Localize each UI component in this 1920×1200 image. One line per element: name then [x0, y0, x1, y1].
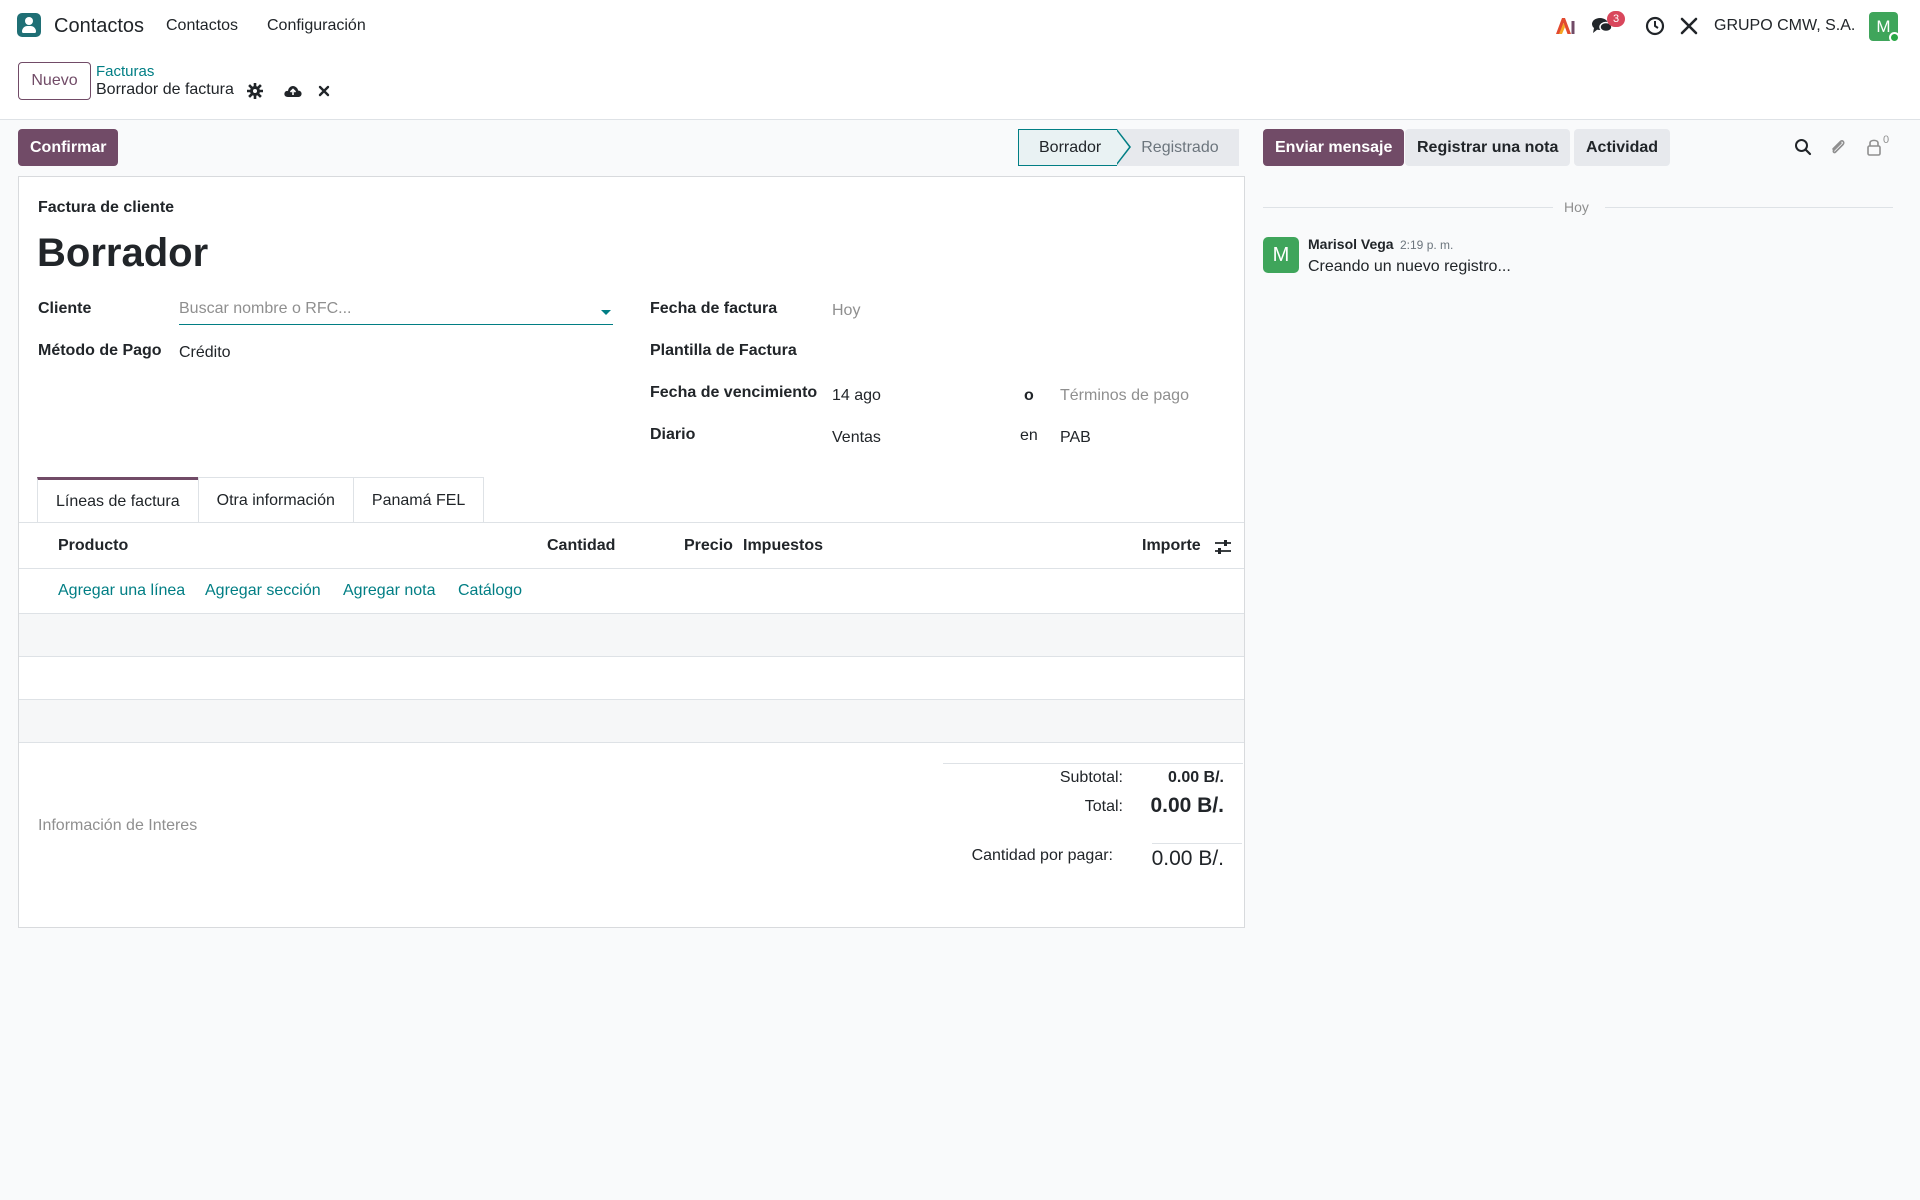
- date-divider-left: [1263, 207, 1553, 208]
- journal-label: Diario: [650, 426, 696, 443]
- breadcrumb-facturas[interactable]: Facturas: [96, 63, 154, 80]
- journal-field[interactable]: Ventas: [832, 429, 881, 447]
- messages-badge: 3: [1607, 11, 1625, 27]
- due-separator: [1152, 843, 1242, 844]
- confirm-button[interactable]: Confirmar: [18, 129, 119, 166]
- invoice-date-label: Fecha de factura: [650, 300, 778, 317]
- date-divider-right: [1605, 207, 1893, 208]
- save-cloud-icon[interactable]: [284, 82, 302, 100]
- add-section-link[interactable]: Agregar sección: [205, 582, 321, 600]
- add-line-row: Agregar una línea Agregar sección Agrega…: [19, 569, 1244, 614]
- tools-icon[interactable]: [1677, 14, 1701, 38]
- notes-field[interactable]: Información de Interes: [38, 817, 197, 835]
- document-type: Factura de cliente: [38, 199, 175, 216]
- activity-button[interactable]: Actividad: [1574, 129, 1671, 166]
- table-row: [19, 657, 1244, 700]
- chevron-down-icon[interactable]: [601, 310, 611, 315]
- tab-invoice-lines[interactable]: Líneas de factura: [37, 477, 199, 523]
- amount-due-label: Cantidad por pagar:: [971, 847, 1113, 864]
- or-text: o: [1024, 387, 1034, 404]
- top-navbar: Contactos Contactos Configuración 3 GRUP…: [0, 0, 1920, 52]
- table-row: [19, 700, 1244, 743]
- add-line-link[interactable]: Agregar una línea: [58, 582, 185, 600]
- app-name[interactable]: Contactos: [54, 15, 144, 38]
- message-body: Creando un nuevo registro...: [1308, 258, 1511, 275]
- column-producto[interactable]: Producto: [58, 537, 128, 555]
- in-text: en: [1020, 427, 1038, 444]
- subtotal-value: 0.00 B/.: [1167, 769, 1224, 786]
- catalog-link[interactable]: Catálogo: [458, 582, 522, 600]
- client-field[interactable]: Buscar nombre o RFC...: [179, 297, 613, 325]
- invoice-lines-header: Producto Cantidad Precio Impuestos Impor…: [19, 523, 1244, 569]
- template-label: Plantilla de Factura: [650, 342, 797, 359]
- gear-icon[interactable]: [246, 82, 264, 100]
- tab-panama-fel[interactable]: Panamá FEL: [352, 477, 485, 523]
- contacts-app-icon[interactable]: [17, 13, 41, 37]
- paperclip-icon[interactable]: [1828, 137, 1848, 157]
- column-cantidad[interactable]: Cantidad: [547, 537, 615, 555]
- table-row: [19, 614, 1244, 657]
- message-author[interactable]: Marisol Vega: [1308, 236, 1394, 252]
- status-bar: Borrador Registrado: [1018, 129, 1239, 166]
- add-note-link[interactable]: Agregar nota: [343, 582, 436, 600]
- amount-due-value: 0.00 B/.: [1151, 847, 1224, 870]
- due-date-field[interactable]: 14 ago: [832, 387, 881, 405]
- currency-field[interactable]: PAB: [1060, 429, 1091, 447]
- message-time: 2:19 p. m.: [1400, 238, 1454, 252]
- column-importe[interactable]: Importe: [1142, 537, 1201, 555]
- total-label: Total:: [1084, 798, 1123, 815]
- column-precio[interactable]: Precio: [684, 537, 733, 555]
- log-note-button[interactable]: Registrar una nota: [1405, 129, 1571, 166]
- menu-item-configuracion[interactable]: Configuración: [267, 17, 366, 35]
- control-panel: Nuevo Facturas Borrador de factura: [0, 52, 1920, 120]
- form-sheet: Factura de cliente Borrador Cliente Busc…: [18, 176, 1245, 928]
- client-placeholder: Buscar nombre o RFC...: [179, 300, 352, 317]
- total-value: 0.00 B/.: [1150, 794, 1224, 817]
- client-label: Cliente: [38, 300, 92, 317]
- followers-count: 0: [1883, 134, 1890, 146]
- tab-other-info[interactable]: Otra información: [197, 477, 354, 523]
- payment-method-label: Método de Pago: [38, 342, 162, 359]
- payment-method-value[interactable]: Crédito: [179, 344, 231, 362]
- totals-separator: [943, 763, 1243, 764]
- invoice-date-field[interactable]: Hoy: [832, 302, 860, 320]
- ai-icon[interactable]: [1553, 14, 1577, 38]
- search-icon[interactable]: [1793, 137, 1813, 157]
- clock-icon[interactable]: [1643, 14, 1667, 38]
- stage-arrow: [1116, 129, 1132, 165]
- message-avatar[interactable]: M: [1263, 237, 1299, 273]
- stage-borrador[interactable]: Borrador: [1018, 129, 1118, 166]
- follower-lock-icon[interactable]: [1864, 137, 1884, 157]
- new-button[interactable]: Nuevo: [18, 62, 91, 100]
- stage-registrado[interactable]: Registrado: [1117, 129, 1239, 166]
- record-name: Borrador de factura: [96, 81, 234, 98]
- company-switcher[interactable]: GRUPO CMW, S.A.: [1714, 17, 1855, 35]
- date-separator: Hoy: [1564, 199, 1589, 215]
- send-message-button[interactable]: Enviar mensaje: [1263, 129, 1405, 166]
- presence-indicator: [1889, 32, 1900, 43]
- payment-terms-field[interactable]: Términos de pago: [1060, 387, 1189, 405]
- discard-icon[interactable]: [315, 82, 333, 100]
- record-title: Borrador: [37, 231, 209, 275]
- menu-item-contactos[interactable]: Contactos: [166, 17, 238, 35]
- column-impuestos[interactable]: Impuestos: [743, 537, 823, 555]
- notebook-tabs: Líneas de factura Otra información Panam…: [37, 477, 485, 523]
- subtotal-label: Subtotal:: [1059, 769, 1123, 786]
- due-date-label: Fecha de vencimiento: [650, 384, 818, 401]
- sliders-icon[interactable]: [1214, 538, 1232, 556]
